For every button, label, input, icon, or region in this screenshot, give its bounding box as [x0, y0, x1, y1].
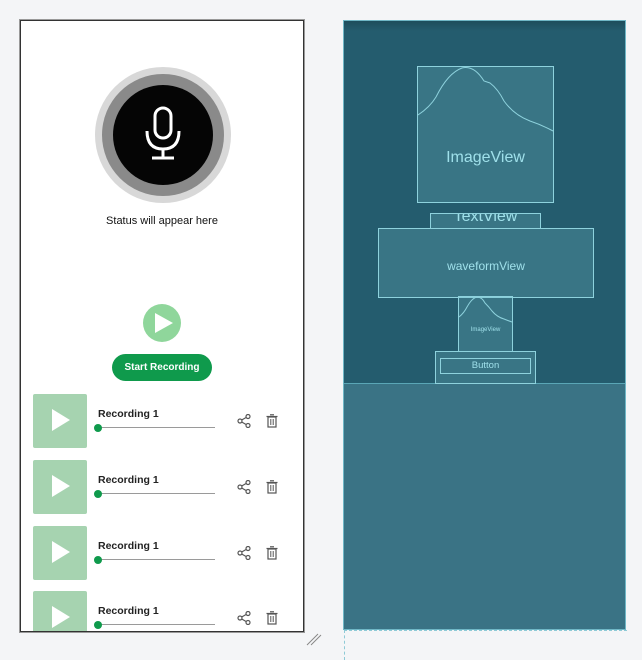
- image-placeholder-icon: [459, 297, 512, 323]
- seekbar-thumb[interactable]: [94, 621, 102, 629]
- recording-play-button[interactable]: [33, 526, 87, 580]
- play-icon: [52, 606, 70, 628]
- design-preview: Status will appear here Start Recording …: [20, 20, 304, 632]
- resize-handle-icon[interactable]: [306, 632, 322, 646]
- trash-icon[interactable]: [266, 414, 278, 428]
- blueprint-guide-vertical: [344, 630, 345, 660]
- mic-button[interactable]: [113, 85, 213, 185]
- blueprint-preview: ImageView TextView waveformView ImageVie…: [343, 20, 626, 630]
- blueprint-text-view-label: TextView: [453, 213, 518, 225]
- play-button[interactable]: [143, 304, 181, 342]
- blueprint-waveform-view[interactable]: waveformView: [378, 228, 594, 298]
- play-icon: [52, 409, 70, 431]
- recording-seekbar[interactable]: [98, 427, 215, 428]
- play-icon: [52, 475, 70, 497]
- recording-title: Recording 1: [98, 540, 159, 552]
- start-recording-button[interactable]: Start Recording: [112, 354, 212, 381]
- trash-icon[interactable]: [266, 480, 278, 494]
- blueprint-text-view[interactable]: TextView: [430, 213, 541, 229]
- blueprint-small-image-view[interactable]: ImageView: [458, 296, 513, 352]
- recording-title: Recording 1: [98, 408, 159, 420]
- blueprint-image-view-label: ImageView: [446, 149, 525, 166]
- seekbar-thumb[interactable]: [94, 424, 102, 432]
- share-icon[interactable]: [237, 611, 251, 625]
- blueprint-small-image-label: ImageView: [470, 327, 501, 333]
- blueprint-waveform-label: waveformView: [447, 259, 525, 273]
- recording-list-item[interactable]: Recording 1: [21, 460, 303, 526]
- share-icon[interactable]: [237, 480, 251, 494]
- recording-title: Recording 1: [98, 474, 159, 486]
- share-icon[interactable]: [237, 414, 251, 428]
- blueprint-image-view[interactable]: ImageView: [417, 66, 554, 203]
- recording-seekbar[interactable]: [98, 559, 215, 560]
- recording-seekbar[interactable]: [98, 624, 215, 625]
- recording-play-button[interactable]: [33, 591, 87, 631]
- seekbar-thumb[interactable]: [94, 556, 102, 564]
- trash-icon[interactable]: [266, 546, 278, 560]
- recording-play-button[interactable]: [33, 460, 87, 514]
- recording-list-item[interactable]: Recording 1: [21, 591, 303, 631]
- recording-list-item[interactable]: Recording 1: [21, 394, 303, 460]
- recording-seekbar[interactable]: [98, 493, 215, 494]
- share-icon[interactable]: [237, 546, 251, 560]
- recording-play-button[interactable]: [33, 394, 87, 448]
- blueprint-constraint-layout: ImageView TextView waveformView ImageVie…: [344, 21, 625, 384]
- recording-title: Recording 1: [98, 605, 159, 617]
- play-icon: [155, 313, 173, 333]
- blueprint-top-shadow: [344, 21, 625, 31]
- seekbar-thumb[interactable]: [94, 490, 102, 498]
- blueprint-button[interactable]: Button: [435, 351, 536, 384]
- play-icon: [52, 541, 70, 563]
- status-text: Status will appear here: [106, 215, 218, 227]
- image-placeholder-icon: [418, 67, 553, 132]
- microphone-icon: [145, 106, 181, 160]
- trash-icon[interactable]: [266, 611, 278, 625]
- blueprint-guide-horizontal: [344, 630, 627, 631]
- blueprint-button-label: Button: [440, 358, 531, 374]
- recording-list-item[interactable]: Recording 1: [21, 526, 303, 592]
